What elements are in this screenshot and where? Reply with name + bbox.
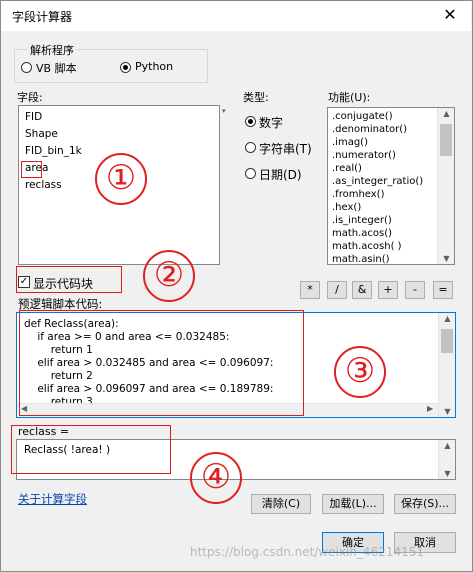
annotation-circle-1: ① (95, 153, 147, 205)
number-radio[interactable] (245, 116, 256, 127)
field-item[interactable]: reclass (25, 179, 62, 191)
plus-button[interactable]: + (378, 281, 398, 299)
area-highlight-box (21, 161, 42, 178)
minus-button[interactable]: - (405, 281, 425, 299)
resize-grip-icon: ▾ (222, 107, 226, 115)
parser-group-label: 解析程序 (28, 42, 76, 58)
vb-script-label: VB 脚本 (36, 62, 77, 75)
functions-list[interactable]: .conjugate() .denominator() .imag() .num… (327, 107, 455, 265)
scroll-up-icon[interactable]: ▲ (439, 441, 455, 450)
scroll-up-icon[interactable]: ▲ (438, 109, 454, 118)
annotation-circle-2: ② (143, 250, 195, 302)
scroll-right-icon[interactable]: ▶ (427, 404, 433, 413)
scroll-thumb[interactable] (440, 124, 452, 156)
equals-button[interactable]: = (433, 281, 453, 299)
help-link[interactable]: 关于计算字段 (18, 491, 87, 507)
scroll-down-icon[interactable]: ▼ (439, 407, 455, 416)
dialog-title: 字段计算器 (12, 10, 73, 24)
number-label: 数字 (259, 116, 284, 130)
function-item[interactable]: math.acos() (332, 228, 392, 239)
scroll-down-icon[interactable]: ▼ (439, 469, 455, 478)
function-item[interactable]: .real() (332, 163, 362, 174)
field-item[interactable]: Shape (25, 128, 58, 140)
annotation-circle-4: ④ (190, 452, 242, 504)
python-radio[interactable] (120, 62, 131, 73)
annotation-circle-3: ③ (334, 346, 386, 398)
code-highlight-box (19, 310, 304, 416)
codeblock-highlight-box (16, 266, 122, 293)
scroll-thumb[interactable] (441, 329, 453, 353)
multiply-button[interactable]: * (300, 281, 320, 299)
scroll-down-icon[interactable]: ▼ (438, 254, 454, 263)
vb-script-radio[interactable] (21, 62, 32, 73)
function-item[interactable]: .fromhex() (332, 189, 385, 200)
function-item[interactable]: .denominator() (332, 124, 407, 135)
function-item[interactable]: .numerator() (332, 150, 396, 161)
functions-label: 功能(U): (328, 91, 371, 104)
string-radio[interactable] (245, 142, 256, 153)
function-item[interactable]: .hex() (332, 202, 361, 213)
watermark: https://blog.csdn.net/weixin_46214151 (190, 545, 425, 559)
expression-vscrollbar[interactable]: ▲ ▼ (438, 440, 455, 479)
save-button[interactable]: 保存(S)... (394, 494, 456, 514)
python-label: Python (135, 60, 174, 73)
expression-highlight-box (11, 425, 171, 474)
scroll-up-icon[interactable]: ▲ (439, 314, 455, 323)
function-item[interactable]: math.asin() (332, 254, 390, 264)
function-item[interactable]: .is_integer() (332, 215, 392, 226)
function-item[interactable]: .conjugate() (332, 111, 393, 122)
fields-label: 字段: (17, 91, 43, 104)
divide-button[interactable]: / (327, 281, 347, 299)
field-item[interactable]: FID (25, 111, 42, 123)
date-radio[interactable] (245, 168, 256, 179)
clear-button[interactable]: 清除(C) (251, 494, 311, 514)
date-label: 日期(D) (259, 168, 302, 182)
functions-scrollbar[interactable]: ▲ ▼ (437, 108, 454, 264)
type-label: 类型: (243, 91, 269, 104)
close-icon: ✕ (443, 5, 457, 24)
code-vscrollbar[interactable]: ▲ ▼ (438, 313, 455, 417)
string-label: 字符串(T) (259, 142, 312, 156)
function-item[interactable]: .as_integer_ratio() (332, 176, 423, 187)
function-item[interactable]: math.acosh( ) (332, 241, 402, 252)
close-button[interactable]: ✕ (436, 4, 464, 26)
field-item[interactable]: FID_bin_1k (25, 145, 82, 157)
function-item[interactable]: .imag() (332, 137, 368, 148)
load-button[interactable]: 加载(L)... (322, 494, 384, 514)
concat-button[interactable]: & (352, 281, 372, 299)
